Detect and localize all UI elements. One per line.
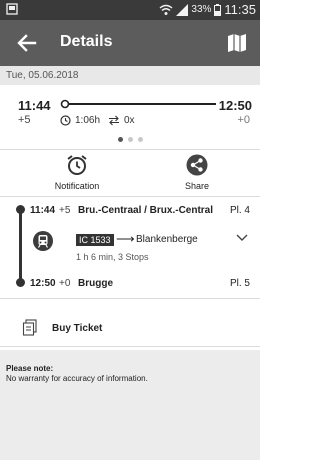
transfer-icon <box>109 115 119 126</box>
app-bar: Details <box>0 20 260 66</box>
overview-changes: 0x <box>108 115 135 126</box>
note-text: No warranty for accuracy of information. <box>6 374 148 383</box>
battery-icon <box>214 3 222 16</box>
overview-departure-delay: +5 <box>18 114 31 126</box>
trip-progress-line <box>60 99 216 109</box>
action-row: Notification Share <box>0 152 260 194</box>
screenshot-icon <box>6 3 18 15</box>
timeline-dot <box>16 205 25 214</box>
notification-button[interactable]: Notification <box>42 154 112 191</box>
duration-value: 1:06h <box>75 115 101 126</box>
date-header: Tue, 05.06.2018 <box>0 66 260 85</box>
page-title: Details <box>60 33 113 50</box>
train-destination: Blankenberge <box>136 234 198 245</box>
chevron-down-icon[interactable] <box>236 233 248 243</box>
overview-arrival-delay: +0 <box>237 114 250 126</box>
buy-ticket-button[interactable]: Buy Ticket <box>0 313 260 343</box>
page-dot <box>118 137 123 142</box>
train-number-badge: IC 1533 <box>76 234 114 246</box>
buy-ticket-label: Buy Ticket <box>52 323 103 334</box>
overview-departure-time: 11:44 <box>18 98 51 113</box>
arrival-platform: Pl. 5 <box>229 278 250 289</box>
notification-label: Notification <box>54 181 100 191</box>
trip-overview[interactable]: 11:44 +5 1:06h 0x 12:50 +0 <box>0 85 260 148</box>
status-time: 11:35 <box>224 2 256 17</box>
departure-platform: Pl. 4 <box>229 205 250 216</box>
share-label: Share <box>184 181 210 191</box>
share-button[interactable]: Share <box>162 154 232 191</box>
overview-arrival-time: 12:50 <box>218 98 252 113</box>
note-section: Please note: No warranty for accuracy of… <box>0 350 260 460</box>
alarm-clock-icon <box>67 155 87 175</box>
back-arrow-icon[interactable] <box>14 30 40 56</box>
overview-duration: 1:06h <box>60 115 100 126</box>
changes-value: 0x <box>124 115 135 126</box>
journey-leg: 11:44 +5 Bru.-Centraal / Brux.-Central P… <box>0 197 260 295</box>
direction-arrow: ⟶ <box>116 231 135 246</box>
timeline-line <box>19 207 22 283</box>
share-icon <box>186 154 208 176</box>
arrival-time: 12:50 <box>30 278 56 289</box>
clock-icon <box>60 115 71 126</box>
page-indicator <box>118 137 143 142</box>
arrival-delay: +0 <box>59 278 71 289</box>
map-icon[interactable] <box>226 32 248 54</box>
note-title: Please note: <box>6 364 54 373</box>
signal-icon <box>176 3 189 16</box>
status-bar: 33% 11:35 <box>0 0 260 20</box>
divider <box>0 149 260 150</box>
divider <box>0 346 260 347</box>
battery-percent: 33% <box>191 4 212 15</box>
divider <box>0 298 260 299</box>
wifi-icon <box>159 4 173 15</box>
train-info: 1 h 6 min, 3 Stops <box>76 252 149 262</box>
page-dot <box>128 137 133 142</box>
departure-time: 11:44 <box>30 205 56 216</box>
arrival-station[interactable]: Brugge <box>78 278 113 289</box>
timeline-dot <box>16 278 25 287</box>
ticket-icon <box>22 319 37 336</box>
departure-delay: +5 <box>59 205 71 216</box>
departure-station[interactable]: Bru.-Centraal / Brux.-Central <box>78 205 213 216</box>
train-icon <box>33 231 53 251</box>
page-dot <box>138 137 143 142</box>
